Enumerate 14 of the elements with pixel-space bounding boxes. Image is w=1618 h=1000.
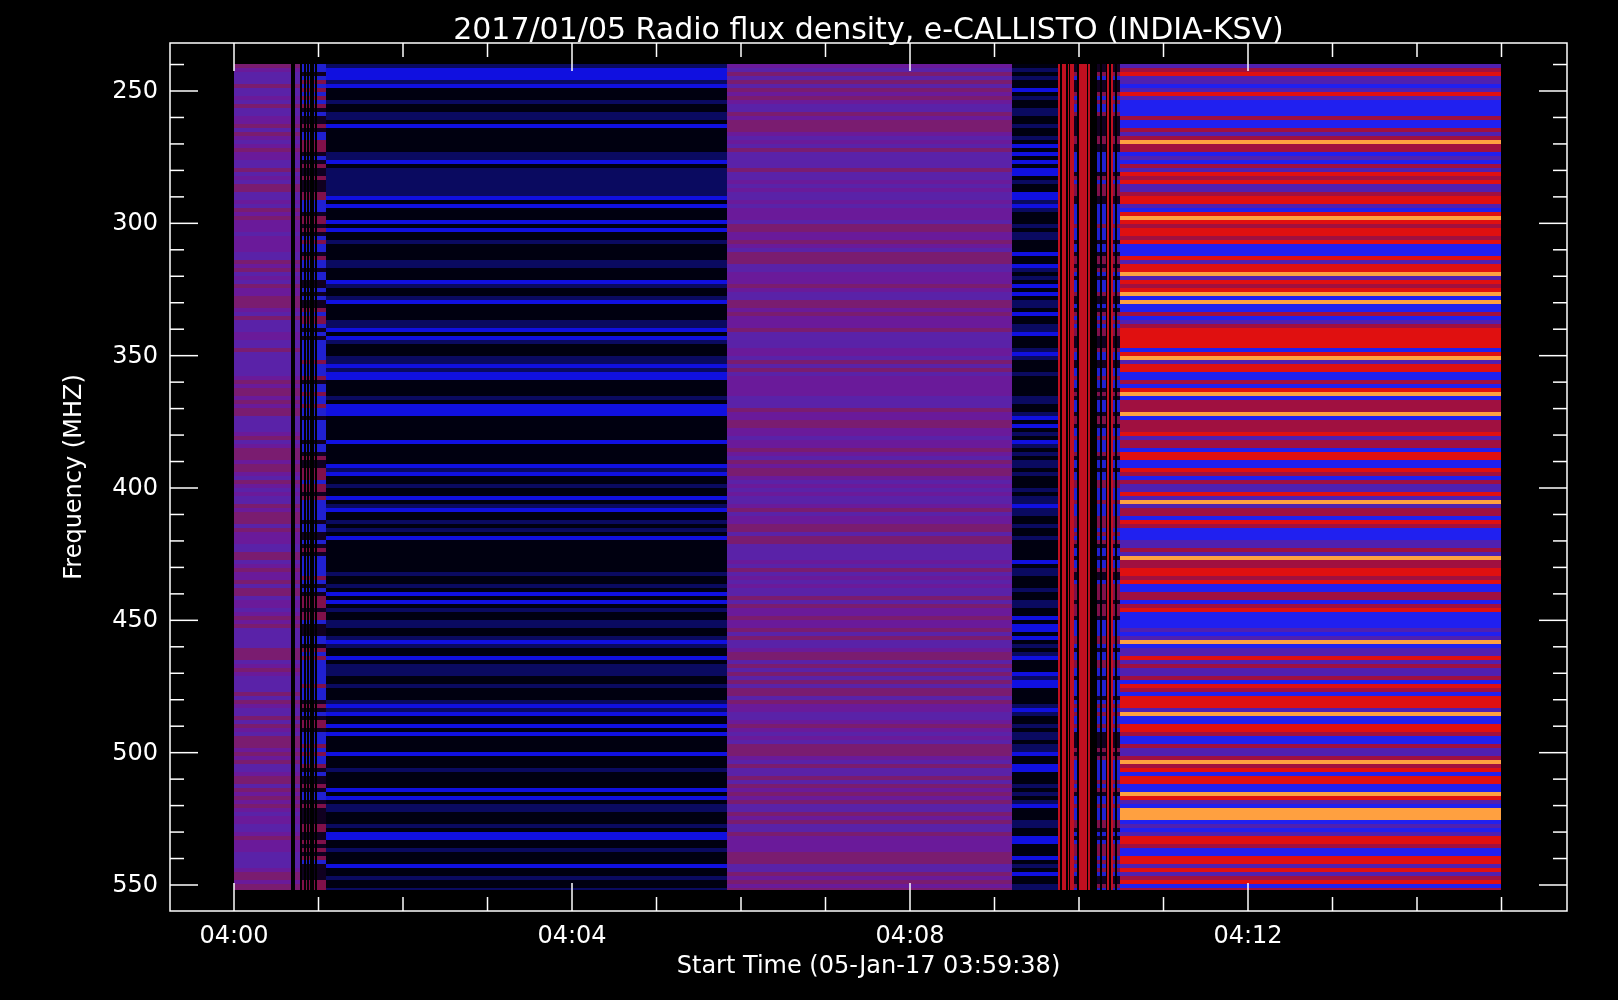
y-tick-label: 350 bbox=[112, 340, 158, 369]
y-tick-label: 250 bbox=[112, 76, 158, 104]
y-tick-label: 400 bbox=[112, 473, 158, 501]
x-tick-label: 04:12 bbox=[1213, 921, 1283, 949]
y-axis-label: Frequency (MHZ) bbox=[59, 374, 87, 580]
x-tick-label: 04:00 bbox=[199, 921, 269, 949]
y-tick-label: 450 bbox=[112, 605, 158, 634]
y-tick-label: 550 bbox=[112, 870, 158, 898]
x-tick-label: 04:04 bbox=[537, 921, 607, 949]
chart-title: 2017/01/05 Radio flux density, e-CALLISTO (INDIA-KSV) bbox=[453, 10, 1284, 46]
y-tick-label: 300 bbox=[112, 208, 158, 237]
x-tick-label: 04:08 bbox=[875, 921, 945, 949]
x-axis-label: Start Time (05-Jan-17 03:59:38) bbox=[676, 951, 1061, 979]
y-tick-label: 500 bbox=[112, 737, 158, 766]
